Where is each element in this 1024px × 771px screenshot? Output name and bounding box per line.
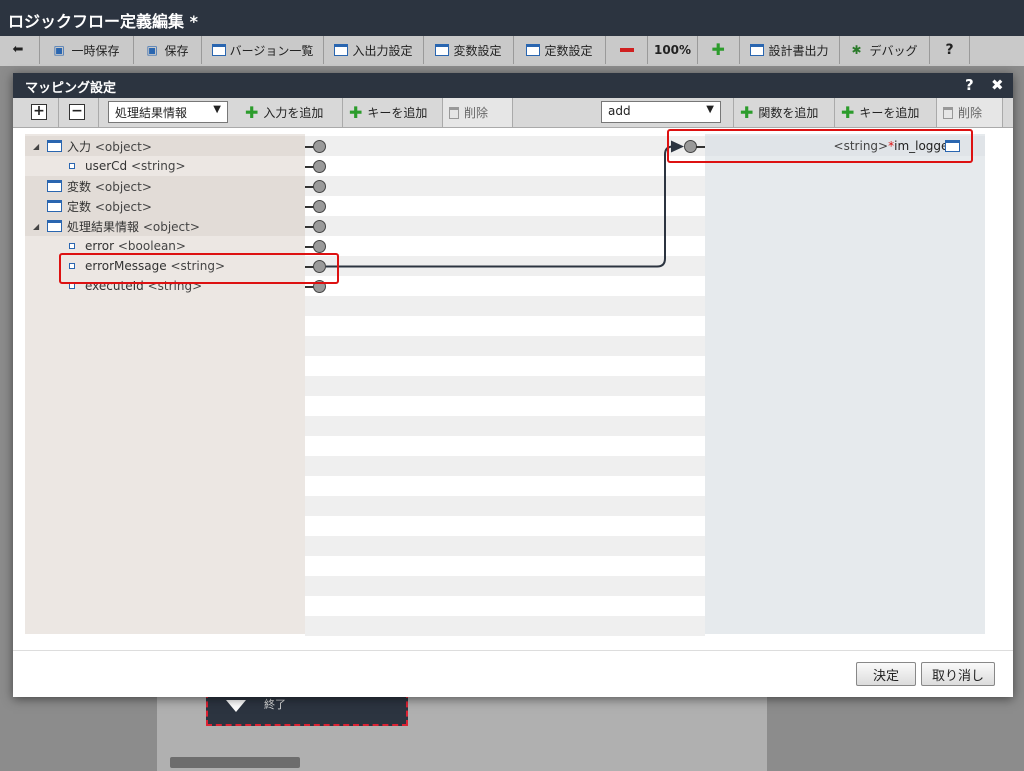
delete-left-button[interactable]: 削除 (443, 98, 513, 127)
cancel-button[interactable]: 取り消し (921, 662, 995, 686)
expand-all-button[interactable]: + (31, 104, 47, 120)
source-select-value: 処理結果情報 (115, 106, 188, 120)
toolbar-button-7[interactable] (606, 36, 648, 64)
toolbar-button-label: 一時保存 (71, 43, 120, 58)
close-icon[interactable]: ✖ (991, 76, 1004, 94)
document-icon (750, 44, 765, 56)
collapse-cell: − (59, 98, 99, 127)
app-title-bar: ロジックフロー定義編集 * (0, 0, 1024, 36)
source-port[interactable] (313, 160, 326, 173)
toolbar-button-11[interactable]: ✱ デバッグ (840, 36, 930, 64)
toolbar-button-5[interactable]: 変数設定 (424, 36, 514, 64)
toolbar-button-label: 変数設定 (453, 43, 502, 58)
mapping-connection-line[interactable] (326, 145, 674, 268)
toolbar-button-4[interactable]: 入出力設定 (324, 36, 424, 64)
toolbar-button-label: デバッグ (869, 43, 918, 58)
toolbar-button-label: 入出力設定 (352, 43, 413, 58)
dropdown-arrow-icon: ▼ (706, 104, 714, 115)
delete-right-label: 削除 (958, 106, 983, 120)
function-select[interactable]: add ▼ (601, 101, 721, 123)
end-node-label: 終了 (264, 698, 286, 711)
dialog-footer: 決定 取り消し (13, 650, 1013, 698)
add-key-right-label: キーを追加 (859, 106, 920, 120)
source-port[interactable] (313, 220, 326, 233)
toolbar-button-label: 保存 (164, 43, 189, 58)
source-port[interactable] (313, 140, 326, 153)
temp-save-icon: ▣ (53, 43, 65, 57)
toolbar-button-6[interactable]: 定数設定 (514, 36, 606, 64)
trash-icon (449, 106, 459, 119)
toolbar-button-label: 100% (653, 43, 692, 57)
arrow-left-icon: ⬅ (12, 42, 24, 57)
delete-right-button[interactable]: 削除 (937, 98, 1003, 127)
source-port[interactable] (313, 180, 326, 193)
toolbar-button-0[interactable]: ⬅ (0, 36, 40, 64)
dropdown-arrow-icon: ▼ (213, 104, 221, 115)
expand-cell: + (13, 98, 59, 127)
toolbar-button-9[interactable]: ✚ (698, 36, 740, 64)
add-key-left-label: キーを追加 (367, 106, 428, 120)
window-icon (526, 44, 541, 56)
add-key-right-button[interactable]: ✚ キーを追加 (835, 98, 937, 127)
add-input-label: 入力を追加 (263, 106, 324, 120)
window-icon (435, 44, 450, 56)
plus-icon: ✚ (711, 40, 725, 59)
collapse-all-button[interactable]: − (69, 104, 85, 120)
horizontal-scrollbar[interactable] (170, 757, 300, 768)
window-icon (334, 44, 349, 56)
delete-left-label: 削除 (464, 106, 489, 120)
toolbar-button-8[interactable]: 100% (648, 36, 698, 64)
trash-icon (943, 106, 953, 119)
ok-button[interactable]: 決定 (856, 662, 916, 686)
app-toolbar: ⬅ ▣ 一時保存 ▣ 保存 バージョン一覧 入出力設定 変数設定 定数設定 100% ✚ 設計書出力 ✱… (0, 36, 1024, 67)
toolbar-button-label: バージョン一覧 (229, 43, 314, 58)
mapping-dialog: マッピング設定 ? ✖ + − 処理結果情報 ▼ ✚ 入力を追加 ✚ キーを追加… (13, 73, 1013, 697)
toolbar-button-10[interactable]: 設計書出力 (740, 36, 840, 64)
toolbar-button-label: 設計書出力 (768, 43, 829, 58)
source-port[interactable] (313, 200, 326, 213)
dialog-header: マッピング設定 ? ✖ (13, 73, 1013, 98)
plus-icon: ✚ (245, 103, 259, 122)
mapping-area: ◢ 入力 <object> userCd <string> 変数 <object> 定数… (25, 129, 985, 636)
source-port[interactable] (313, 280, 326, 293)
bug-icon: ✱ (851, 43, 862, 57)
list-icon (211, 44, 226, 56)
dialog-toolbar: + − 処理結果情報 ▼ ✚ 入力を追加 ✚ キーを追加 削除 add ▼ ✚ … (13, 98, 1013, 128)
dialog-title: マッピング設定 (25, 81, 117, 96)
plus-icon: ✚ (841, 103, 855, 122)
add-input-button[interactable]: ✚ 入力を追加 (239, 98, 343, 127)
toolbar-button-label: ? (945, 42, 954, 58)
help-icon[interactable]: ? (965, 76, 974, 94)
source-port[interactable] (313, 260, 326, 273)
add-function-label: 関数を追加 (758, 106, 819, 120)
toolbar-button-3[interactable]: バージョン一覧 (202, 36, 324, 64)
end-node-icon (226, 700, 246, 712)
minus-icon (619, 48, 634, 52)
plus-icon: ✚ (740, 103, 754, 122)
save-icon: ▣ (146, 43, 158, 57)
toolbar-button-12[interactable]: ? (930, 36, 970, 64)
app-title: ロジックフロー定義編集 * (8, 12, 198, 31)
source-port[interactable] (313, 240, 326, 253)
toolbar-button-label: 定数設定 (544, 43, 593, 58)
add-function-button[interactable]: ✚ 関数を追加 (733, 98, 835, 127)
source-select[interactable]: 処理結果情報 ▼ (108, 101, 228, 123)
plus-icon: ✚ (349, 103, 363, 122)
toolbar-button-1[interactable]: ▣ 一時保存 (40, 36, 134, 64)
connection-layer (326, 140, 684, 268)
toolbar-button-2[interactable]: ▣ 保存 (134, 36, 202, 64)
function-select-value: add (608, 104, 631, 118)
port-stub (696, 146, 705, 148)
add-key-left-button[interactable]: ✚ キーを追加 (343, 98, 443, 127)
